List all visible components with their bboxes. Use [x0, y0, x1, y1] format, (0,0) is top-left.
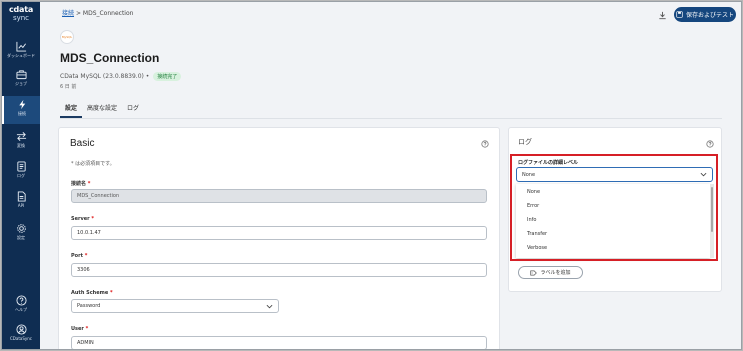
- connection-name-field: MDS_Connection: [71, 189, 487, 203]
- download-icon[interactable]: [658, 11, 667, 20]
- connection-name-label: 接続名 *: [71, 180, 90, 187]
- port-field[interactable]: 3306: [71, 263, 487, 277]
- separator-dot: •: [145, 73, 150, 80]
- save-icon: [676, 11, 683, 18]
- gear-icon: [16, 224, 26, 233]
- sidebar-item-dashboard[interactable]: ダッシュボード: [2, 38, 40, 66]
- basic-card-title: Basic: [70, 138, 95, 149]
- tab-advanced-settings[interactable]: 高度な設定: [82, 100, 122, 118]
- app-logo[interactable]: cdata sync: [2, 5, 40, 23]
- tab-divider: [60, 118, 722, 119]
- api-file-icon: [17, 191, 26, 202]
- breadcrumb: 接続 > MDS_Connection: [62, 8, 133, 17]
- add-label-text: ラベルを追加: [540, 270, 571, 276]
- field-label-text: Port: [71, 253, 83, 259]
- server-field[interactable]: 10.0.1.47: [71, 226, 487, 240]
- field-label-text: User: [71, 326, 84, 332]
- help-icon[interactable]: [706, 140, 714, 148]
- sidebar-item-help[interactable]: ヘルプ: [2, 292, 40, 320]
- tab-logs[interactable]: ログ: [122, 100, 144, 118]
- sidebar-item-api[interactable]: API: [2, 188, 40, 216]
- field-label-text: 接続名: [71, 181, 87, 187]
- port-label: Port *: [71, 253, 87, 259]
- auth-scheme-label: Auth Scheme *: [71, 290, 113, 296]
- logo-subtext: sync: [12, 14, 30, 22]
- save-and-test-button[interactable]: 保存およびテスト: [674, 7, 736, 22]
- mysql-logo-icon: MySQL: [60, 30, 74, 44]
- sidebar: cdata sync ダッシュボード ジョブ 接続 変換 ログ API 設定 ヘ…: [2, 2, 40, 349]
- required-note: * は必須項目です。: [71, 161, 115, 167]
- sidebar-item-label: ログ: [17, 173, 25, 178]
- required-star: *: [91, 216, 94, 222]
- required-star: *: [84, 253, 88, 259]
- user-field[interactable]: ADMIN: [71, 336, 487, 349]
- chevron-down-icon: [266, 304, 273, 308]
- breadcrumb-root-link[interactable]: 接続: [62, 10, 74, 17]
- logo-text: cdata: [8, 5, 34, 14]
- sidebar-item-settings[interactable]: 設定: [2, 220, 40, 248]
- driver-version: CData MySQL (23.0.8839.0): [60, 73, 144, 80]
- sidebar-item-label: 変換: [17, 143, 25, 148]
- auth-scheme-select[interactable]: Password: [71, 299, 279, 313]
- chart-line-icon: [15, 41, 26, 52]
- save-button-label: 保存およびテスト: [685, 12, 734, 19]
- sidebar-item-label: 設定: [17, 235, 25, 240]
- connection-subtitle: CData MySQL (23.0.8839.0) • 接続完了: [60, 72, 182, 81]
- log-card-title: ログ: [518, 138, 532, 146]
- required-star: *: [110, 290, 113, 296]
- field-label-text: Server: [71, 216, 90, 222]
- field-label-text: Auth Scheme: [71, 290, 109, 296]
- log-icon: [16, 161, 26, 172]
- add-label-button[interactable]: ラベルを追加: [518, 266, 583, 279]
- swap-arrows-icon: [16, 132, 26, 141]
- help-circle-icon: [15, 295, 27, 306]
- auth-scheme-value: Password: [77, 303, 101, 309]
- tag-icon: [530, 270, 538, 275]
- sidebar-item-label: CDataSync: [10, 336, 32, 341]
- page-title: MDS_Connection: [60, 51, 160, 65]
- sidebar-item-jobs[interactable]: ジョブ: [2, 66, 40, 94]
- basic-settings-card: Basic * は必須項目です。 接続名 * MDS_Connection Se…: [58, 127, 500, 349]
- sidebar-item-transform[interactable]: 変換: [2, 128, 40, 156]
- server-label: Server *: [71, 216, 94, 222]
- lightning-icon: [18, 99, 25, 110]
- status-badge: 接続完了: [153, 72, 182, 81]
- sidebar-item-label: 接続: [18, 111, 26, 116]
- tab-bar: 設定 高度な設定 ログ: [60, 100, 144, 118]
- help-icon[interactable]: [481, 140, 489, 148]
- required-star: *: [87, 181, 91, 187]
- last-updated: 6 日 前: [60, 84, 77, 90]
- user-label: User *: [71, 326, 88, 332]
- breadcrumb-current: MDS_Connection: [82, 10, 134, 17]
- required-star: *: [85, 326, 89, 332]
- sidebar-item-label: ヘルプ: [15, 307, 27, 312]
- sidebar-item-label: API: [17, 203, 25, 208]
- sidebar-item-connections[interactable]: 接続: [2, 96, 40, 124]
- sidebar-item-logs[interactable]: ログ: [2, 158, 40, 186]
- tab-settings[interactable]: 設定: [60, 100, 83, 118]
- briefcase-icon: [15, 70, 27, 80]
- sidebar-item-label: ダッシュボード: [7, 53, 35, 58]
- breadcrumb-separator: >: [75, 10, 81, 17]
- highlight-annotation-box: [510, 154, 718, 261]
- app-window: cdata sync ダッシュボード ジョブ 接続 変換 ログ API 設定 ヘ…: [1, 1, 742, 350]
- sidebar-item-label: ジョブ: [15, 81, 27, 86]
- user-icon: [15, 324, 27, 335]
- sidebar-item-user[interactable]: CDataSync: [2, 321, 40, 349]
